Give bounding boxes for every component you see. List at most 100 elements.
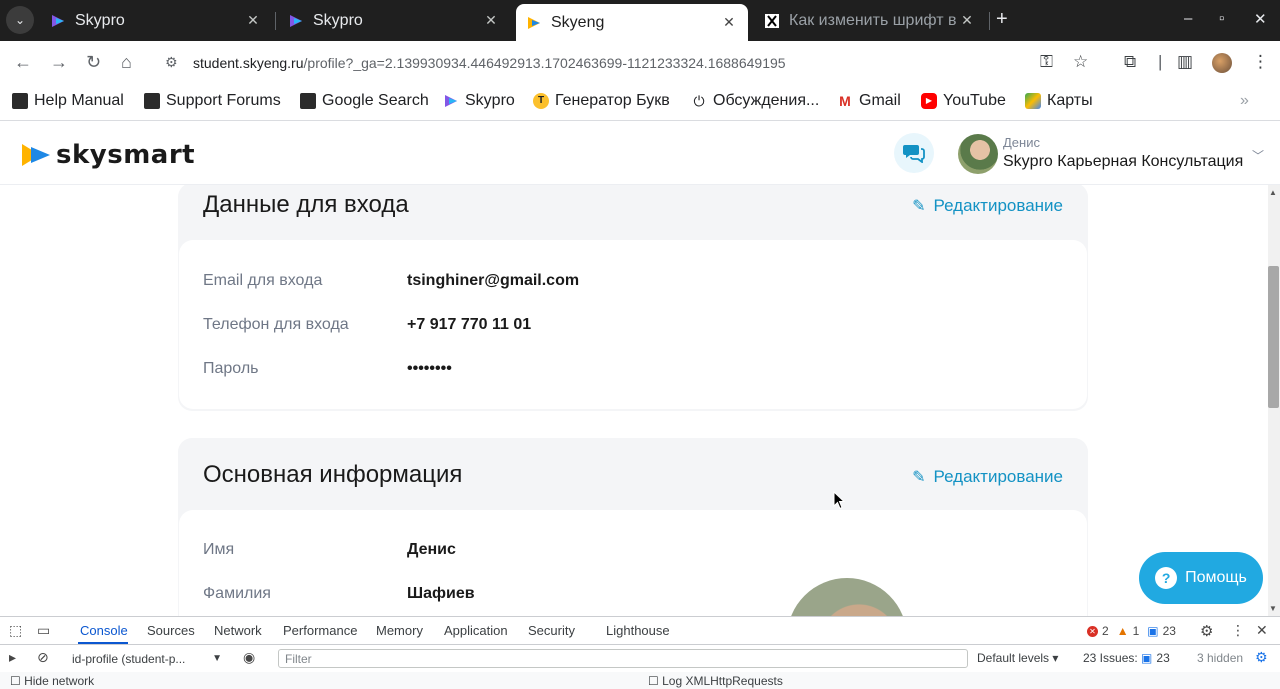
new-tab-icon[interactable]: + bbox=[996, 8, 1008, 31]
devtools-tab-memory[interactable]: Memory bbox=[376, 623, 423, 638]
bookmark-skypro[interactable]: Skypro bbox=[443, 92, 515, 110]
issues-button[interactable]: 23 Issues: ▣ 23 bbox=[1083, 651, 1170, 665]
close-icon[interactable]: ✕ bbox=[482, 12, 500, 29]
user-avatar[interactable] bbox=[958, 134, 998, 174]
card-body: Email для входа tsinghiner@gmail.com Тел… bbox=[179, 240, 1087, 409]
profile-page: Данные для входа ✎ Редактирование Email … bbox=[0, 185, 1268, 616]
context-selector[interactable]: id-profile (student-p... ▼ bbox=[66, 649, 228, 668]
tab-font-article[interactable]: Как изменить шрифт в ✕ bbox=[754, 4, 986, 37]
more-bookmarks-icon[interactable]: » bbox=[1240, 92, 1249, 110]
devtools-close-icon[interactable]: ✕ bbox=[1256, 622, 1268, 639]
address-bar[interactable]: student.skyeng.ru/profile?_ga=2.13993093… bbox=[193, 55, 786, 71]
console-toolbar: ▸ ⊘ id-profile (student-p... ▼ ◉ Filter … bbox=[0, 645, 1280, 672]
card-title: Данные для входа bbox=[203, 191, 409, 218]
back-icon[interactable]: ← bbox=[14, 52, 32, 73]
gmail-icon: M bbox=[839, 93, 851, 109]
pencil-icon: ✎ bbox=[912, 469, 926, 486]
site-info-icon[interactable]: ⚙ bbox=[165, 54, 178, 71]
email-value: tsinghiner@gmail.com bbox=[407, 272, 580, 289]
bookmark-help-manual[interactable]: Help Manual bbox=[12, 92, 124, 110]
forward-icon[interactable]: → bbox=[50, 52, 68, 73]
profile-photo[interactable] bbox=[787, 578, 907, 616]
edit-login-button[interactable]: ✎ Редактирование bbox=[912, 196, 1063, 216]
chevron-down-icon[interactable]: ﹀ bbox=[1252, 147, 1264, 164]
devtools-tab-network[interactable]: Network bbox=[214, 623, 262, 638]
x-icon bbox=[765, 13, 779, 28]
mouse-cursor-icon bbox=[833, 491, 845, 510]
star-icon[interactable]: ☆ bbox=[1073, 52, 1088, 72]
main-info-card: Основная информация ✎ Редактирование Имя… bbox=[178, 438, 1088, 616]
bookmark-google-search[interactable]: Google Search bbox=[300, 92, 429, 110]
bookmark-gmail[interactable]: M Gmail bbox=[837, 92, 901, 110]
phone-value: +7 917 770 11 01 bbox=[407, 316, 532, 333]
devtools-tab-lighthouse[interactable]: Lighthouse bbox=[606, 623, 670, 638]
scroll-up-arrow-icon[interactable]: ▲ bbox=[1269, 188, 1277, 197]
hide-network-checkbox[interactable]: ☐ Hide network bbox=[10, 674, 94, 688]
hidden-count: 3 hidden bbox=[1197, 651, 1244, 665]
chat-icon bbox=[903, 145, 925, 163]
youtube-icon: ▶ bbox=[921, 93, 937, 109]
side-panel-icon[interactable]: ▥ bbox=[1177, 52, 1193, 72]
devtools-tab-security[interactable]: Security bbox=[528, 623, 575, 638]
password-value: •••••••• bbox=[407, 360, 452, 377]
scroll-down-arrow-icon[interactable]: ▼ bbox=[1269, 604, 1277, 613]
log-xhr-checkbox[interactable]: ☐ Log XMLHttpRequests bbox=[648, 674, 783, 688]
phone-label: Телефон для входа bbox=[203, 316, 349, 333]
sidebar-toggle-icon[interactable]: ▸ bbox=[9, 649, 16, 666]
tab-skyeng[interactable]: Skyeng ✕ bbox=[516, 4, 748, 41]
window-close-icon[interactable]: ✕ bbox=[1254, 10, 1267, 28]
chat-button[interactable] bbox=[894, 133, 934, 173]
key-icon[interactable]: ⚿ bbox=[1040, 52, 1053, 72]
bookmark-icon bbox=[12, 93, 28, 109]
bookmark-icon bbox=[300, 93, 316, 109]
bookmark-discussions[interactable]: ⏻ Обсуждения... bbox=[691, 92, 819, 110]
maximize-icon[interactable]: ▫ bbox=[1219, 10, 1224, 27]
browser-toolbar: ← → ↻ ⌂ ⚙ student.skyeng.ru/profile?_ga=… bbox=[0, 41, 1280, 84]
devtools-tab-performance[interactable]: Performance bbox=[283, 623, 357, 638]
close-icon[interactable]: ✕ bbox=[244, 12, 262, 29]
tab-search-button[interactable]: ⌄ bbox=[6, 6, 34, 34]
live-expression-eye-icon[interactable]: ◉ bbox=[243, 649, 255, 666]
menu-icon[interactable]: ⋮ bbox=[1252, 52, 1269, 72]
tab-separator bbox=[275, 12, 276, 30]
scrollbar-thumb[interactable] bbox=[1268, 266, 1279, 408]
settings-gear-icon[interactable]: ⚙ bbox=[1200, 622, 1213, 640]
help-button[interactable]: ? Помощь bbox=[1139, 552, 1263, 604]
edit-main-info-button[interactable]: ✎ Редактирование bbox=[912, 467, 1063, 487]
reload-icon[interactable]: ↻ bbox=[86, 52, 101, 73]
devtools-menu-icon[interactable]: ⋮ bbox=[1231, 622, 1245, 639]
console-filter-input[interactable]: Filter bbox=[278, 649, 968, 668]
devtools-tab-application[interactable]: Application bbox=[444, 623, 508, 638]
tab-skypro-2[interactable]: Skypro ✕ bbox=[278, 4, 510, 37]
tab-skypro-1[interactable]: Skypro ✕ bbox=[40, 4, 272, 37]
close-icon[interactable]: ✕ bbox=[720, 14, 738, 31]
bookmark-maps[interactable]: Карты bbox=[1025, 92, 1093, 110]
first-name-label: Имя bbox=[203, 541, 235, 558]
extensions-icon[interactable]: ⧉ bbox=[1124, 52, 1136, 72]
minimize-icon[interactable]: – bbox=[1184, 10, 1192, 27]
url-path: /profile?_ga=2.139930934.446492913.17024… bbox=[303, 55, 786, 71]
maps-icon bbox=[1025, 93, 1041, 109]
user-display-name[interactable]: Skypro Карьерная Консультация bbox=[1003, 153, 1243, 171]
tab-title: Skypro bbox=[75, 11, 125, 29]
site-header: skysmart Денис Skypro Карьерная Консульт… bbox=[0, 121, 1280, 185]
first-name-value: Денис bbox=[407, 541, 456, 558]
console-settings-icon[interactable]: ⚙ bbox=[1255, 649, 1268, 666]
devtools-tab-sources[interactable]: Sources bbox=[147, 623, 195, 638]
bookmark-support-forums[interactable]: Support Forums bbox=[144, 92, 281, 110]
close-icon[interactable]: ✕ bbox=[958, 12, 976, 29]
clear-console-icon[interactable]: ⊘ bbox=[37, 649, 49, 666]
home-icon[interactable]: ⌂ bbox=[121, 52, 132, 73]
bookmark-youtube[interactable]: ▶ YouTube bbox=[921, 92, 1006, 110]
skypro-icon bbox=[290, 14, 302, 27]
devtools-tab-console[interactable]: Console bbox=[80, 623, 128, 638]
skypro-icon bbox=[445, 95, 457, 107]
skysmart-logo[interactable]: skysmart bbox=[22, 140, 195, 170]
console-counts[interactable]: ✕ 2 ▲ 1 ▣ 23 bbox=[1087, 624, 1176, 638]
log-levels-dropdown[interactable]: Default levels ▾ bbox=[977, 651, 1058, 665]
device-toolbar-icon[interactable]: ▭ bbox=[37, 622, 50, 639]
bookmark-letter-generator[interactable]: T Генератор Букв bbox=[533, 92, 670, 110]
tab-strip: ⌄ Skypro ✕ Skypro ✕ Skyeng ✕ Как изменит… bbox=[0, 0, 1280, 41]
inspect-element-icon[interactable]: ⬚ bbox=[9, 622, 22, 639]
browser-profile-avatar[interactable] bbox=[1212, 53, 1232, 73]
